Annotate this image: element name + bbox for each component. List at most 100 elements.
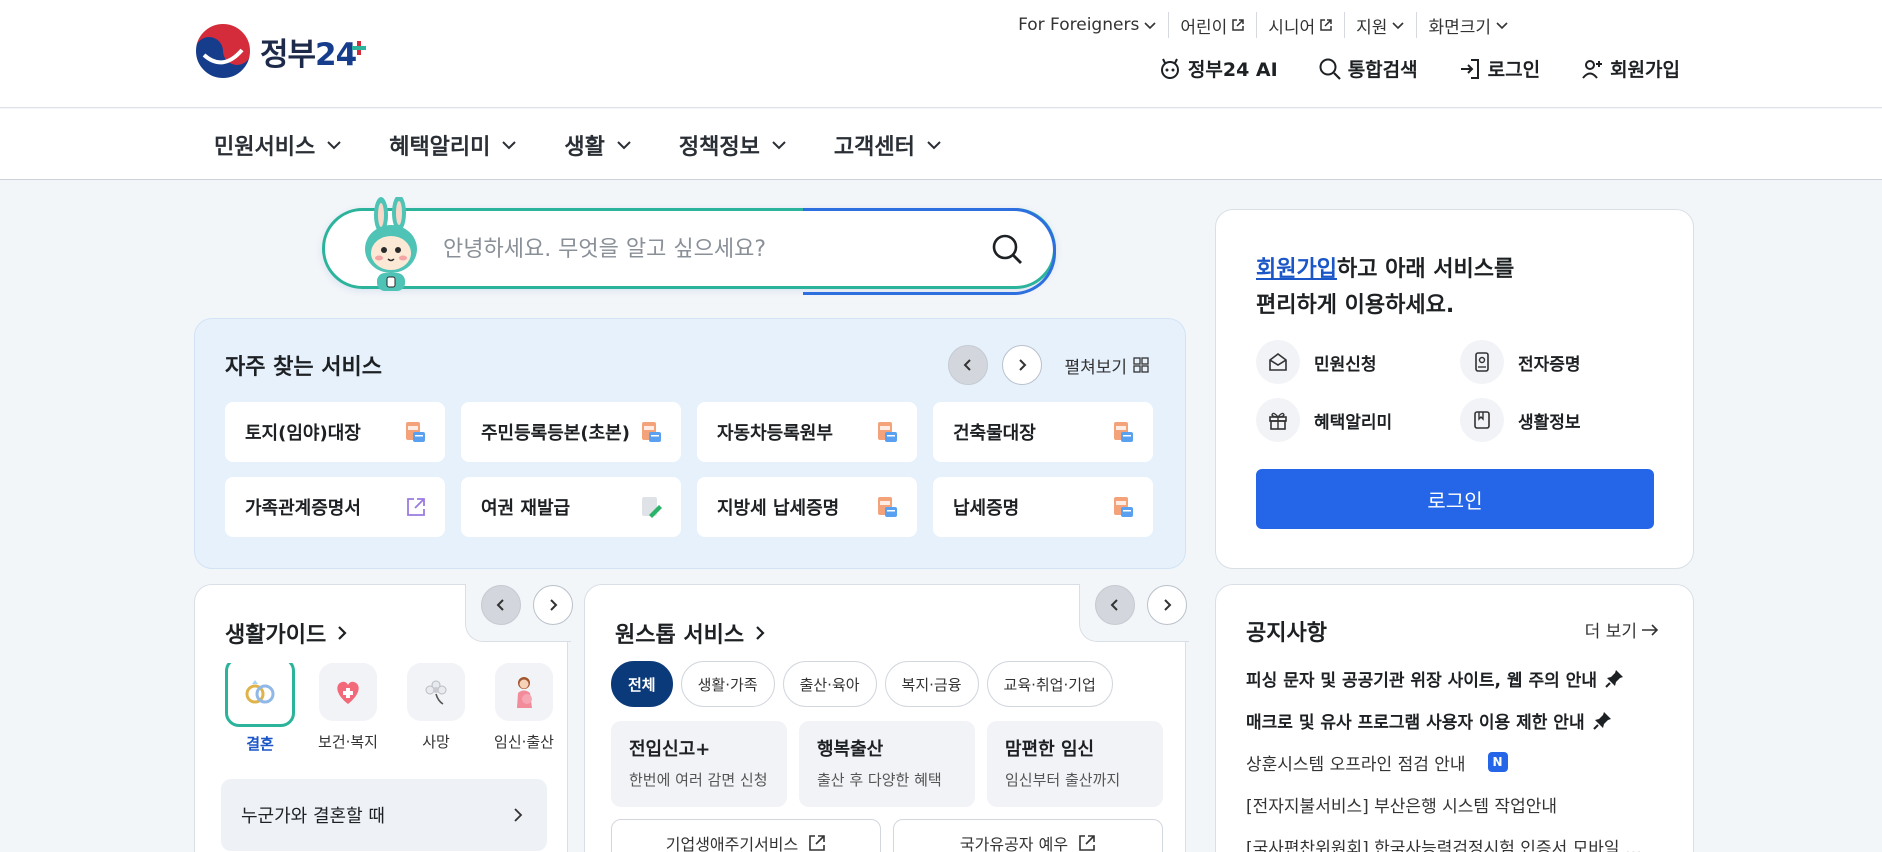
- nav-label: 고객센터: [833, 135, 915, 160]
- chip-welfare-finance[interactable]: 복지·금융: [884, 661, 979, 707]
- service-card[interactable]: 자동차등록원부: [697, 402, 917, 462]
- search-link-label: 통합검색: [1347, 59, 1418, 81]
- rings-icon: [245, 680, 275, 704]
- notice-item[interactable]: 매크로 및 유사 프로그램 사용자 이용 제한 안내: [1246, 699, 1666, 741]
- util-for-foreigners[interactable]: For Foreigners: [1007, 12, 1168, 38]
- member-shortcut-life-info[interactable]: 생활정보: [1460, 398, 1660, 442]
- onestop-title[interactable]: 원스톱 서비스: [615, 617, 768, 649]
- section-title: 생활가이드: [225, 623, 327, 648]
- more-link[interactable]: 더 보기: [1585, 617, 1659, 642]
- util-label: 시니어: [1268, 17, 1316, 38]
- flower-icon: [425, 680, 447, 705]
- util-senior[interactable]: 시니어: [1256, 12, 1344, 38]
- onestop-card[interactable]: 맘편한 임신 임신부터 출산까지: [987, 721, 1163, 807]
- member-shortcut-benefits[interactable]: 혜택알리미: [1256, 398, 1460, 442]
- chip-life-family[interactable]: 생활·가족: [680, 661, 775, 707]
- chevron-right-icon: [550, 599, 558, 611]
- next-button[interactable]: [533, 585, 573, 625]
- prev-button[interactable]: [1095, 585, 1135, 625]
- notice-item[interactable]: 상훈시스템 오프라인 점검 안내 N: [1246, 741, 1666, 783]
- life-category-health-welfare[interactable]: 보건·복지: [313, 663, 383, 754]
- id-card-icon: [1475, 352, 1489, 372]
- notice-item[interactable]: [국사편찬위원회] 한국사능력검정시험 인증서 모바일 …: [1246, 825, 1666, 852]
- member-shortcut-civil[interactable]: 민원신청: [1256, 340, 1460, 384]
- chevron-right-icon: [338, 626, 347, 640]
- section-title: 원스톱 서비스: [615, 623, 745, 648]
- external-link-icon: [407, 498, 425, 516]
- service-label: 건축물대장: [953, 423, 1036, 444]
- nav-policy-info[interactable]: 정책정보: [679, 129, 788, 161]
- service-card[interactable]: 가족관계증명서: [225, 477, 445, 537]
- login-button[interactable]: 로그인: [1256, 469, 1654, 529]
- gov24-logo[interactable]: 정부24: [194, 22, 367, 80]
- util-children[interactable]: 어린이: [1168, 12, 1256, 38]
- util-screen-size[interactable]: 화면크기: [1416, 12, 1520, 38]
- member-shortcut-certificate[interactable]: 전자증명: [1460, 340, 1660, 384]
- util-label: For Foreigners: [1018, 15, 1140, 35]
- life-guide-title[interactable]: 생활가이드: [225, 617, 350, 649]
- util-support[interactable]: 지원: [1344, 12, 1416, 38]
- onestop-external-link[interactable]: 기업생애주기서비스: [611, 819, 881, 852]
- service-card[interactable]: 지방세 납세증명: [697, 477, 917, 537]
- expand-toggle[interactable]: 펼쳐보기: [1064, 353, 1149, 378]
- nav-customer-center[interactable]: 고객센터: [834, 129, 943, 161]
- prev-button[interactable]: [481, 585, 521, 625]
- service-label: 납세증명: [953, 498, 1020, 519]
- signup-text-link[interactable]: 회원가입: [1256, 257, 1337, 282]
- add-user-icon: [1582, 59, 1603, 79]
- life-guide-panel: 생활가이드 결혼 보건·복지 사망 임신·출산 육 누군가와 결혼할 때: [194, 584, 573, 852]
- service-card[interactable]: 납세증명: [933, 477, 1153, 537]
- chip-birth-childcare[interactable]: 출산·육아: [782, 661, 877, 707]
- logo-number: 24: [315, 36, 357, 73]
- login-link[interactable]: 로그인: [1458, 55, 1540, 82]
- life-category-pregnancy[interactable]: 임신·출산: [489, 663, 559, 754]
- signup-link[interactable]: 회원가입: [1580, 55, 1680, 82]
- nav-civil-service[interactable]: 민원서비스: [214, 129, 343, 161]
- notice-panel: 공지사항 더 보기 피싱 문자 및 공공기관 위장 사이트, 웹 주의 안내 매…: [1215, 584, 1694, 852]
- link-label: 기업생애주기서비스: [665, 835, 799, 852]
- prev-button[interactable]: [948, 345, 989, 385]
- envelope-icon: [1269, 353, 1287, 371]
- service-card[interactable]: 주민등록등본(초본): [461, 402, 681, 462]
- shortcut-label: 민원신청: [1314, 354, 1377, 375]
- search-input[interactable]: [443, 229, 983, 269]
- category-chips: 전체 생활·가족 출산·육아 복지·금융 교육·취업·기업: [611, 661, 1113, 707]
- notice-item[interactable]: 피싱 문자 및 공공기관 위장 사이트, 웹 주의 안내: [1246, 657, 1666, 699]
- onestop-external-link[interactable]: 국가유공자 예우: [893, 819, 1163, 852]
- service-card[interactable]: 건축물대장: [933, 402, 1153, 462]
- onestop-card[interactable]: 전입신고+ 한번에 여러 감면 신청: [611, 721, 787, 807]
- nav-label: 정책정보: [678, 135, 760, 160]
- search-icon: [1319, 58, 1341, 80]
- life-guide-row[interactable]: 누군가와 결혼할 때: [221, 779, 547, 851]
- chevron-left-icon: [964, 359, 972, 371]
- onestop-card[interactable]: 행복출산 출산 후 다양한 혜택: [799, 721, 975, 807]
- chip-education-jobs[interactable]: 교육·취업·기업: [986, 661, 1113, 707]
- service-label: 지방세 납세증명: [717, 498, 840, 519]
- life-category-death[interactable]: 사망: [401, 663, 471, 754]
- external-link-icon: [1320, 19, 1332, 31]
- search-icon[interactable]: [987, 229, 1027, 269]
- chip-all[interactable]: 전체: [611, 661, 673, 707]
- next-button[interactable]: [1147, 585, 1187, 625]
- util-label: 지원: [1356, 17, 1388, 38]
- service-card[interactable]: 토지(임야)대장: [225, 402, 445, 462]
- integrated-search-link[interactable]: 통합검색: [1318, 55, 1418, 82]
- notice-item[interactable]: [전자지불서비스] 부산은행 시스템 작업안내: [1246, 783, 1666, 825]
- life-category-marriage[interactable]: 결혼: [225, 663, 295, 754]
- ai-link[interactable]: 정부24 AI: [1158, 55, 1278, 82]
- service-card[interactable]: 여권 재발급: [461, 477, 681, 537]
- chevron-right-icon: [1164, 599, 1172, 611]
- chevron-down-icon: [1392, 22, 1405, 30]
- external-link-icon: [1232, 19, 1244, 31]
- service-label: 가족관계증명서: [245, 498, 361, 519]
- nav-benefits[interactable]: 혜택알리미: [389, 129, 518, 161]
- nav-life[interactable]: 생활: [564, 129, 632, 161]
- ai-search-bar: [322, 197, 1056, 295]
- shortcut-label: 전자증명: [1518, 354, 1581, 375]
- next-button[interactable]: [1002, 345, 1043, 385]
- pdf-doc-icon: [878, 497, 897, 517]
- util-label: 어린이: [1180, 17, 1228, 38]
- service-label: 자동차등록원부: [717, 423, 833, 444]
- member-prompt-rest: 하고 아래 서비스를: [1336, 257, 1515, 282]
- nav-label: 민원서비스: [214, 135, 316, 160]
